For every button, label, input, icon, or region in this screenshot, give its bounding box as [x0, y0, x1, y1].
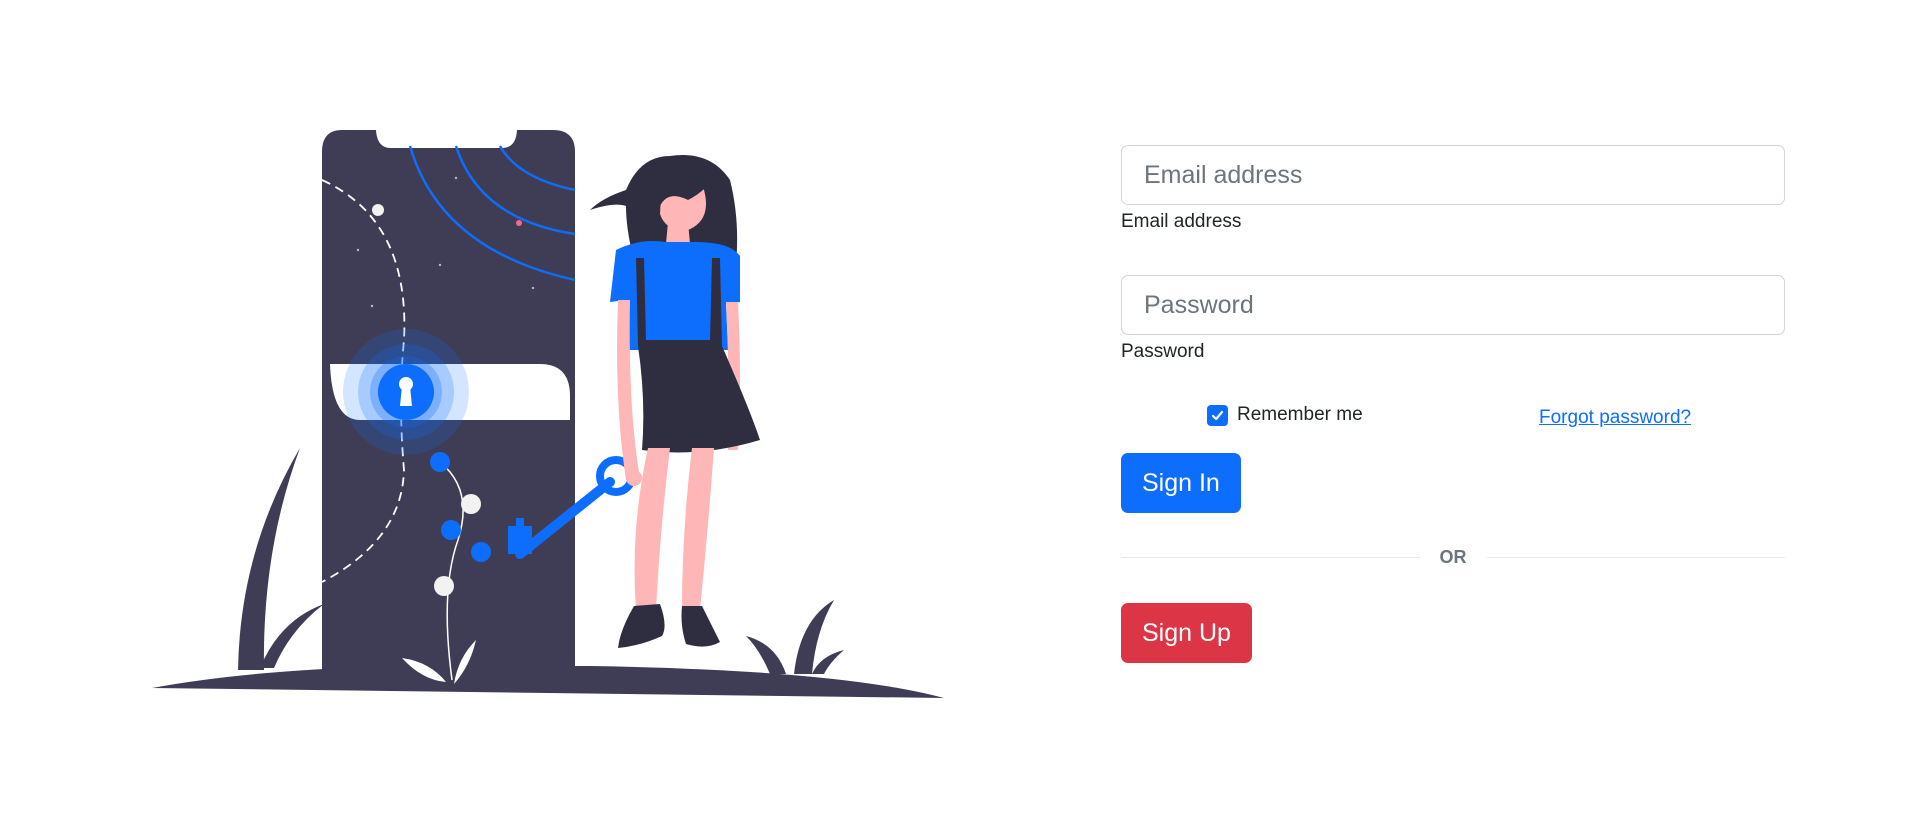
forgot-password-link[interactable]: Forgot password?	[1539, 407, 1691, 429]
vine-dot-white	[461, 494, 481, 514]
sign-up-button[interactable]: Sign Up	[1121, 603, 1252, 663]
sign-in-button[interactable]: Sign In	[1121, 453, 1241, 513]
or-divider: OR	[1121, 545, 1785, 569]
options-row: Remember me Forgot password?	[1121, 398, 1785, 438]
password-label: Password	[1121, 341, 1205, 362]
remember-me-label[interactable]: Remember me	[1237, 404, 1363, 426]
star-dot	[516, 220, 522, 226]
vine-dot-blue	[430, 452, 450, 472]
password-input[interactable]	[1121, 275, 1785, 335]
grass-left-small	[260, 604, 324, 668]
or-text: OR	[1439, 546, 1467, 567]
security-illustration	[152, 130, 944, 698]
vine-dot-blue	[471, 542, 491, 562]
woman-figure	[590, 155, 760, 648]
remember-me-checkbox[interactable]	[1207, 404, 1228, 426]
star-dot	[372, 204, 384, 216]
login-form: Email address Password Remember me Forgo…	[1121, 145, 1785, 663]
sign-up-wrapper: Sign Up	[1121, 603, 1785, 663]
email-input[interactable]	[1121, 145, 1785, 205]
vine-dot-white	[434, 576, 454, 596]
email-group: Email address	[1121, 145, 1785, 233]
divider-line-left	[1121, 556, 1420, 558]
login-page: Email address Password Remember me Forgo…	[0, 0, 1920, 820]
password-group: Password	[1121, 275, 1785, 363]
checkmark-icon	[1211, 410, 1224, 420]
remember-me-checkbox-group[interactable]: Remember me	[1207, 404, 1363, 426]
divider-line-right	[1486, 556, 1785, 558]
email-label: Email address	[1121, 211, 1242, 232]
vine-dot-blue	[441, 520, 461, 540]
